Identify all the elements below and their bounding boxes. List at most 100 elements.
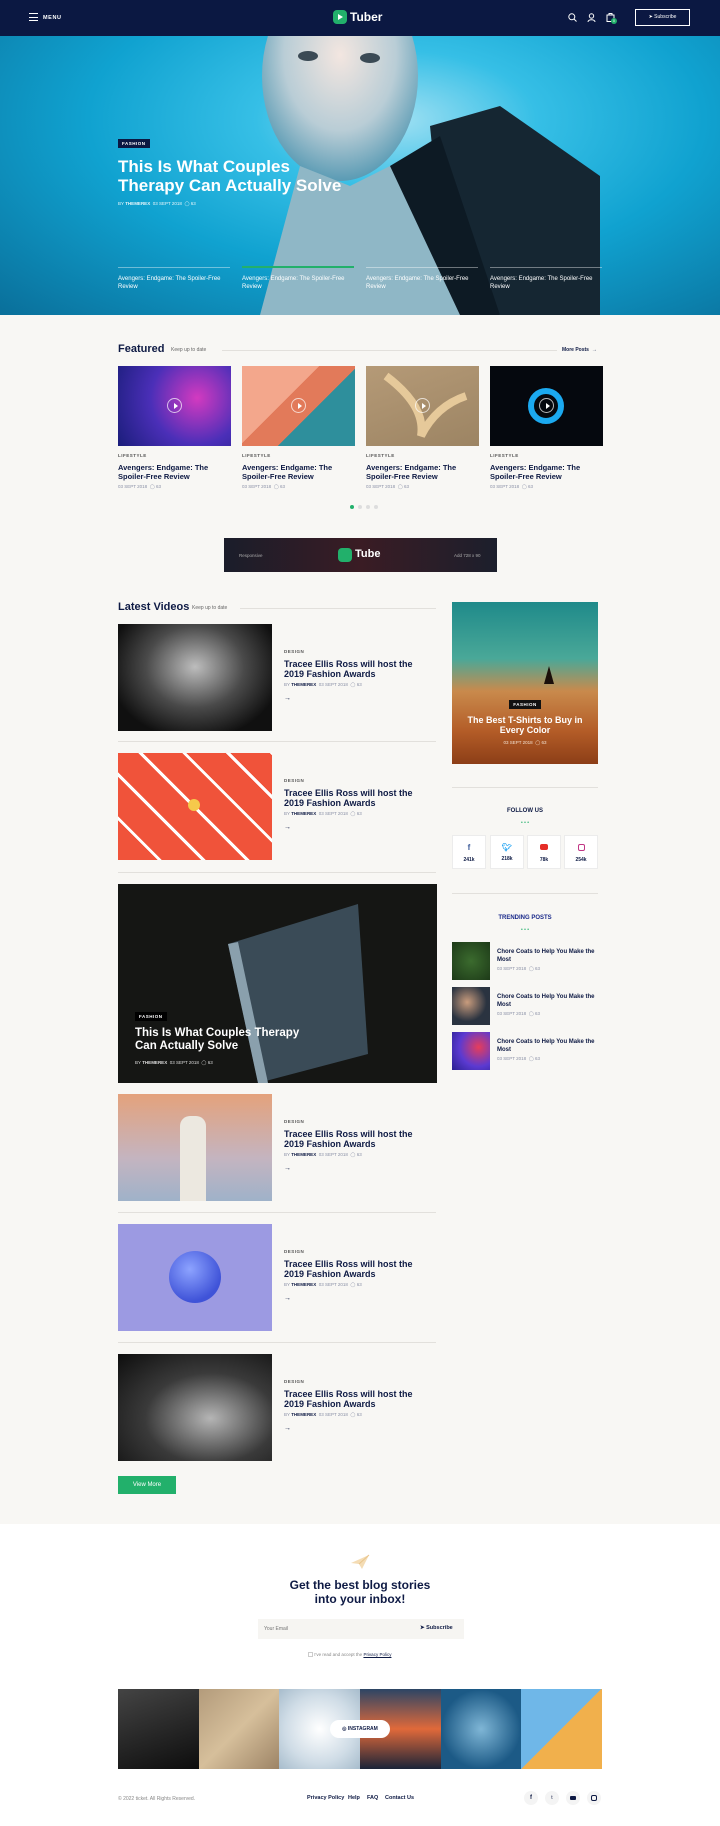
footer-link-contact[interactable]: Contact Us [385, 1795, 414, 1801]
menu-label[interactable]: MENU [43, 15, 62, 21]
trending-thumbnail-2[interactable] [452, 987, 490, 1025]
card-category[interactable]: LIFESTYLE [490, 453, 603, 458]
read-more-arrow-icon[interactable]: → [284, 695, 434, 702]
hero-title[interactable]: This Is What Couples Therapy Can Actuall… [118, 157, 358, 195]
featured-thumbnail-2[interactable] [242, 366, 355, 446]
footer-link-help[interactable]: Help [348, 1795, 360, 1801]
latest-item-3: DESIGN Tracee Ellis Ross will host the 2… [284, 1119, 434, 1172]
play-icon[interactable] [415, 398, 430, 413]
post-category[interactable]: DESIGN [284, 649, 434, 654]
latest-thumbnail-2[interactable] [118, 753, 272, 860]
consent-checkbox[interactable] [308, 1652, 313, 1658]
instagram-follow-button[interactable]: 254k [564, 835, 598, 869]
logo-text[interactable]: Tuber [350, 10, 382, 24]
subscribe-button[interactable]: ➤ Subscribe [635, 9, 690, 26]
facebook-icon[interactable]: f [524, 1791, 538, 1805]
promo-category-tag[interactable]: FASHION [452, 700, 598, 709]
youtube-icon [540, 844, 548, 850]
trending-thumbnail-3[interactable] [452, 1032, 490, 1070]
twitter-icon[interactable]: t [545, 1791, 559, 1805]
hero-tab-2[interactable]: Avengers: Endgame: The Spoiler-Free Revi… [242, 275, 347, 291]
big-post-title[interactable]: This Is What Couples Therapy Can Actuall… [135, 1027, 310, 1053]
card-title[interactable]: Avengers: Endgame: The Spoiler-Free Revi… [366, 463, 479, 481]
featured-thumbnail-1[interactable] [118, 366, 231, 446]
latest-item-5: DESIGN Tracee Ellis Ross will host the 2… [284, 1379, 434, 1432]
card-title[interactable]: Avengers: Endgame: The Spoiler-Free Revi… [118, 463, 231, 481]
instagram-icon[interactable] [587, 1791, 601, 1805]
card-title[interactable]: Avengers: Endgame: The Spoiler-Free Revi… [490, 463, 603, 481]
card-category[interactable]: LIFESTYLE [118, 453, 231, 458]
carousel-dots[interactable] [350, 505, 378, 511]
user-icon[interactable] [587, 13, 596, 22]
hero-tab-3[interactable]: Avengers: Endgame: The Spoiler-Free Revi… [366, 275, 471, 291]
instagram-gallery[interactable]: ◎ INSTAGRAM [118, 1689, 602, 1769]
trending-title[interactable]: Chore Coats to Help You Make the Most [497, 948, 597, 964]
post-meta: BY THEMEREX 03 SEPT 2018 ◯ 63 [284, 682, 362, 687]
instagram-button[interactable]: ◎ INSTAGRAM [330, 1720, 390, 1738]
youtube-icon[interactable] [566, 1791, 580, 1805]
post-meta: BY THEMEREX 03 SEPT 2018 ◯ 63 [284, 811, 362, 816]
card-category[interactable]: LIFESTYLE [366, 453, 479, 458]
sidebar-promo-card[interactable]: FASHION The Best T-Shirts to Buy in Ever… [452, 602, 598, 764]
post-title[interactable]: Tracee Ellis Ross will host the 2019 Fas… [284, 1259, 434, 1279]
featured-thumbnail-4[interactable] [490, 366, 603, 446]
hamburger-icon[interactable] [29, 13, 38, 21]
privacy-policy-link[interactable]: Privacy Policy [363, 1652, 391, 1657]
read-more-arrow-icon[interactable]: → [284, 1295, 434, 1302]
logo-icon [333, 10, 347, 24]
read-more-arrow-icon[interactable]: → [284, 1425, 434, 1432]
twitter-follow-button[interactable]: 🐦︎ 218k [490, 835, 524, 869]
latest-thumbnail-3[interactable] [118, 1094, 272, 1201]
latest-thumbnail-4[interactable] [118, 1224, 272, 1331]
latest-thumbnail-1[interactable] [118, 624, 272, 731]
play-icon[interactable] [167, 398, 182, 413]
footer-link-privacy[interactable]: Privacy Policy [307, 1795, 344, 1801]
big-category-tag[interactable]: FASHION [135, 1012, 167, 1021]
facebook-follow-button[interactable]: f 241k [452, 835, 486, 869]
featured-title: Featured [118, 343, 165, 355]
trending-title[interactable]: Chore Coats to Help You Make the Most [497, 1038, 597, 1054]
trending-title[interactable]: Chore Coats to Help You Make the Most [497, 993, 597, 1009]
post-category[interactable]: DESIGN [284, 778, 434, 783]
post-title[interactable]: Tracee Ellis Ross will host the 2019 Fas… [284, 1389, 434, 1409]
comment-icon: ◯ [184, 201, 190, 206]
hero-tab-1[interactable]: Avengers: Endgame: The Spoiler-Free Revi… [118, 275, 223, 291]
featured-card-3: LIFESTYLE Avengers: Endgame: The Spoiler… [366, 453, 479, 490]
read-more-arrow-icon[interactable]: → [284, 824, 434, 831]
promo-meta: 03 SEPT 2018 ◯ 63 [503, 740, 547, 745]
youtube-follow-button[interactable]: 78k [527, 835, 561, 869]
card-meta: 03 SEPT 2018 ◯ 63 [242, 484, 286, 489]
hero-category-tag[interactable]: FASHION [118, 139, 150, 148]
newsletter-subscribe-button[interactable]: ➤ Subscribe [420, 1625, 453, 1631]
promo-title[interactable]: The Best T-Shirts to Buy in Every Color [466, 715, 584, 735]
view-more-button[interactable]: View More [118, 1476, 176, 1494]
hero-meta: BY THEMEREX 03 SEPT 2018 ◯ 63 [118, 201, 196, 206]
featured-thumbnail-3[interactable] [366, 366, 479, 446]
divider-dots: • • • [520, 927, 530, 933]
play-icon[interactable] [539, 398, 554, 413]
post-title[interactable]: Tracee Ellis Ross will host the 2019 Fas… [284, 1129, 434, 1149]
latest-thumbnail-5[interactable] [118, 1354, 272, 1461]
post-category[interactable]: DESIGN [284, 1379, 434, 1384]
email-input[interactable] [264, 1623, 404, 1635]
post-category[interactable]: DESIGN [284, 1119, 434, 1124]
hero-tab-4[interactable]: Avengers: Endgame: The Spoiler-Free Revi… [490, 275, 595, 291]
card-category[interactable]: LIFESTYLE [242, 453, 355, 458]
instagram-icon [577, 844, 585, 851]
post-title[interactable]: Tracee Ellis Ross will host the 2019 Fas… [284, 788, 434, 808]
post-title[interactable]: Tracee Ellis Ross will host the 2019 Fas… [284, 659, 434, 679]
big-post-meta: BY THEMEREX 03 SEPT 2018 ◯ 63 [135, 1060, 213, 1065]
card-title[interactable]: Avengers: Endgame: The Spoiler-Free Revi… [242, 463, 355, 481]
read-more-arrow-icon[interactable]: → [284, 1165, 434, 1172]
play-icon[interactable] [291, 398, 306, 413]
post-category[interactable]: DESIGN [284, 1249, 434, 1254]
divider-dots: • • • [520, 820, 530, 826]
trending-item-1: Chore Coats to Help You Make the Most 03… [497, 948, 597, 972]
ad-banner[interactable]: Responsive Tube Add 728 x 90 [224, 538, 497, 572]
latest-big-thumbnail[interactable]: FASHION This Is What Couples Therapy Can… [118, 884, 437, 1083]
search-icon[interactable] [568, 13, 577, 22]
footer-link-faq[interactable]: FAQ [367, 1795, 378, 1801]
latest-item-4: DESIGN Tracee Ellis Ross will host the 2… [284, 1249, 434, 1302]
trending-thumbnail-1[interactable] [452, 942, 490, 980]
more-posts-link[interactable]: More Posts → [562, 347, 597, 353]
